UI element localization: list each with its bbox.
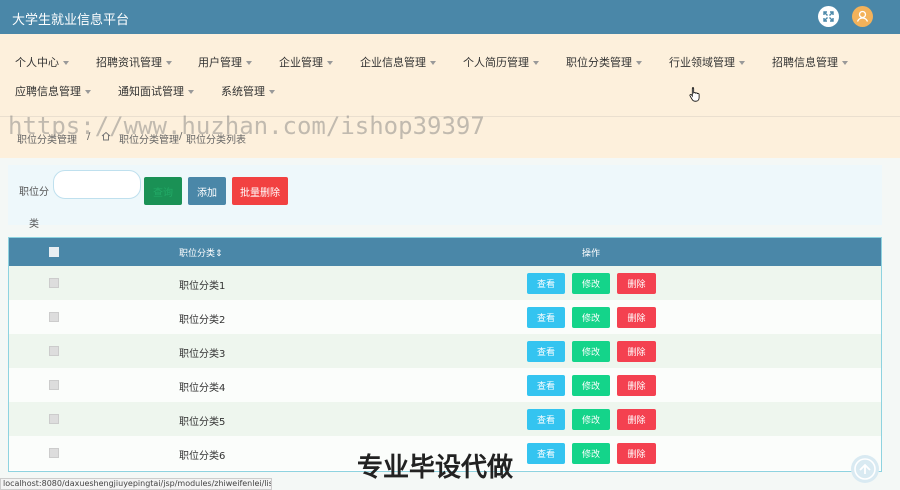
table-header: 职位分类⇕ 操作 [9, 238, 881, 266]
table-row: 职位分类4 查看 修改 删除 [9, 368, 881, 402]
row-name: 职位分类4 [179, 383, 226, 394]
row-checkbox[interactable] [49, 448, 59, 458]
row-checkbox[interactable] [49, 414, 59, 424]
delete-button[interactable]: 删除 [617, 375, 656, 396]
view-button[interactable]: 查看 [527, 409, 565, 430]
edit-button[interactable]: 修改 [572, 341, 610, 362]
menu-item-job-categories[interactable]: 职位分类管理 [566, 54, 642, 70]
delete-button[interactable]: 删除 [617, 409, 656, 430]
chevron-down-icon [327, 61, 333, 65]
menu-item-applications[interactable]: 应聘信息管理 [15, 83, 91, 99]
delete-button[interactable]: 删除 [617, 307, 656, 328]
row-checkbox[interactable] [49, 346, 59, 356]
fullscreen-icon[interactable] [818, 6, 839, 27]
table-row: 职位分类3 查看 修改 删除 [9, 334, 881, 368]
status-bar-url: localhost:8080/daxueshengjiuyepingtai/js… [0, 478, 272, 490]
menu-item-system[interactable]: 系统管理 [221, 83, 275, 99]
edit-button[interactable]: 修改 [572, 375, 610, 396]
menu-item-recruit-info[interactable]: 招聘信息管理 [772, 54, 848, 70]
row-checkbox[interactable] [49, 312, 59, 322]
search-label: 职位分类 [19, 187, 49, 230]
view-button[interactable]: 查看 [527, 307, 565, 328]
chevron-down-icon [842, 61, 848, 65]
menu-item-label: 招聘资讯管理 [96, 56, 162, 69]
top-bar: 大学生就业信息平台 [0, 0, 900, 34]
table-row: 职位分类2 查看 修改 删除 [9, 300, 881, 334]
row-name: 职位分类1 [179, 281, 226, 292]
user-avatar-icon[interactable] [852, 6, 873, 27]
view-button[interactable]: 查看 [527, 375, 565, 396]
app-title: 大学生就业信息平台 [12, 13, 130, 28]
row-name: 职位分类5 [179, 417, 226, 428]
delete-button[interactable]: 删除 [617, 273, 656, 294]
menu-item-label: 行业领域管理 [669, 56, 735, 69]
chevron-down-icon [188, 90, 194, 94]
search-input[interactable] [53, 170, 141, 199]
table-row: 职位分类1 查看 修改 删除 [9, 266, 881, 300]
edit-button[interactable]: 修改 [572, 273, 610, 294]
row-checkbox[interactable] [49, 380, 59, 390]
column-header-name[interactable]: 职位分类⇕ [179, 246, 223, 259]
chevron-down-icon [636, 61, 642, 65]
watermark-text: https://www.huzhan.com/ishop39397 [8, 112, 485, 140]
menu-item-personal-center[interactable]: 个人中心 [15, 54, 69, 70]
select-all-checkbox[interactable] [49, 247, 59, 257]
chevron-down-icon [269, 90, 275, 94]
table-row: 职位分类5 查看 修改 删除 [9, 402, 881, 436]
view-button[interactable]: 查看 [527, 273, 565, 294]
chevron-down-icon [533, 61, 539, 65]
edit-button[interactable]: 修改 [572, 307, 610, 328]
row-name: 职位分类6 [179, 451, 226, 462]
menu-item-label: 通知面试管理 [118, 85, 184, 98]
menu-item-industries[interactable]: 行业领域管理 [669, 54, 745, 70]
view-button[interactable]: 查看 [527, 443, 565, 464]
edit-button[interactable]: 修改 [572, 409, 610, 430]
row-name: 职位分类3 [179, 349, 226, 360]
menu-item-company-info[interactable]: 企业信息管理 [360, 54, 436, 70]
hand-cursor-icon [689, 86, 701, 105]
menu-item-label: 系统管理 [221, 85, 265, 98]
menu-item-users[interactable]: 用户管理 [198, 54, 252, 70]
chevron-down-icon [166, 61, 172, 65]
batch-delete-button[interactable]: 批量删除 [232, 177, 288, 205]
back-to-top-icon[interactable] [851, 455, 879, 483]
menu-item-label: 招聘信息管理 [772, 56, 838, 69]
search-button[interactable]: 查询 [144, 177, 182, 205]
row-checkbox[interactable] [49, 278, 59, 288]
menu-item-label: 应聘信息管理 [15, 85, 81, 98]
chevron-down-icon [739, 61, 745, 65]
data-table: 职位分类⇕ 操作 职位分类1 查看 修改 删除 职位分类2 查看 修改 删除 职… [8, 237, 882, 472]
column-header-actions: 操作 [582, 249, 601, 259]
menu-item-resumes[interactable]: 个人简历管理 [463, 54, 539, 70]
menu-item-label: 个人简历管理 [463, 56, 529, 69]
edit-button[interactable]: 修改 [572, 443, 610, 464]
row-name: 职位分类2 [179, 315, 226, 326]
menu-item-label: 职位分类管理 [566, 56, 632, 69]
add-button[interactable]: 添加 [188, 177, 226, 205]
menu-item-label: 个人中心 [15, 56, 59, 69]
search-bar [8, 165, 882, 225]
delete-button[interactable]: 删除 [617, 341, 656, 362]
menu-item-label: 企业信息管理 [360, 56, 426, 69]
menu-item-companies[interactable]: 企业管理 [279, 54, 333, 70]
chevron-down-icon [246, 61, 252, 65]
menu-item-label: 企业管理 [279, 56, 323, 69]
overlay-caption: 专业毕设代做 [357, 453, 514, 483]
view-button[interactable]: 查看 [527, 341, 565, 362]
delete-button[interactable]: 删除 [617, 443, 656, 464]
menu-item-recruit-news[interactable]: 招聘资讯管理 [96, 54, 172, 70]
menu-item-interview-notices[interactable]: 通知面试管理 [118, 83, 194, 99]
main-menu: 个人中心 招聘资讯管理 用户管理 企业管理 企业信息管理 个人简历管理 职位分类… [0, 34, 900, 116]
chevron-down-icon [85, 90, 91, 94]
chevron-down-icon [63, 61, 69, 65]
chevron-down-icon [430, 61, 436, 65]
menu-item-label: 用户管理 [198, 56, 242, 69]
